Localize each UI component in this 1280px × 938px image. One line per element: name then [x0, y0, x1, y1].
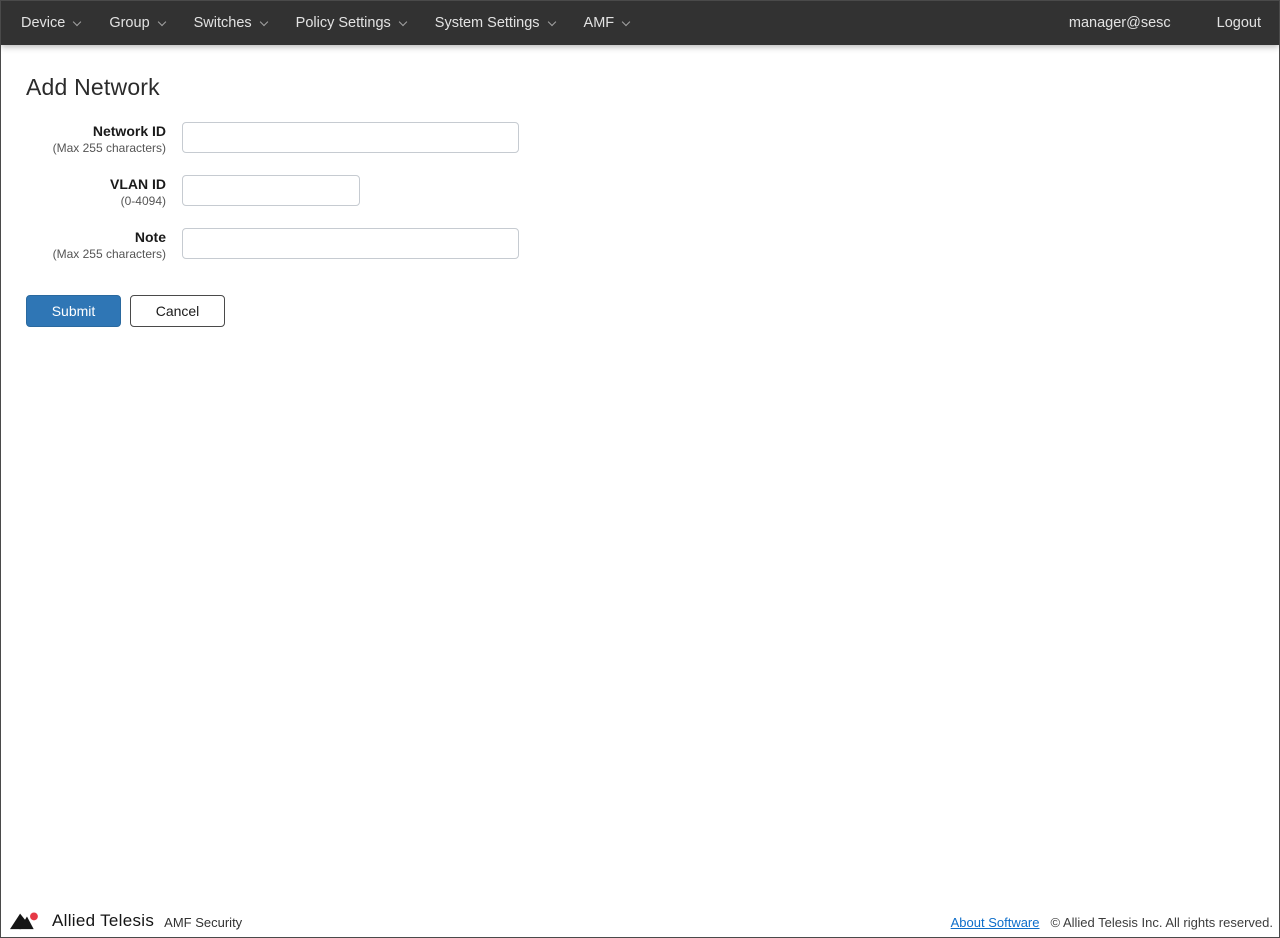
- note-row: Note (Max 255 characters): [26, 228, 1279, 262]
- logout-link[interactable]: Logout: [1217, 15, 1261, 31]
- page-title: Add Network: [26, 74, 160, 100]
- chevron-down-icon: [157, 17, 166, 26]
- menu-switches-label: Switches: [193, 15, 252, 31]
- note-hint: (Max 255 characters): [52, 247, 166, 261]
- product-name: AMF Security: [164, 915, 243, 930]
- main-content: Add Network Network ID (Max 255 characte…: [1, 45, 1279, 327]
- navbar-right: manager@sesc Logout: [1069, 15, 1261, 31]
- app-window: Device Group Switches Policy Settings Sy…: [0, 0, 1280, 938]
- menu-amf[interactable]: AMF: [583, 15, 631, 31]
- cancel-button[interactable]: Cancel: [130, 295, 225, 327]
- network-id-hint: (Max 255 characters): [52, 141, 166, 155]
- footer-brand-group: Allied Telesis AMF Security: [10, 912, 242, 930]
- footer-legal-group: About Software © Allied Telesis Inc. All…: [951, 915, 1273, 930]
- menu-group[interactable]: Group: [109, 15, 166, 31]
- submit-button[interactable]: Submit: [26, 295, 121, 327]
- chevron-down-icon: [73, 17, 82, 26]
- copyright-text: © Allied Telesis Inc. All rights reserve…: [1050, 915, 1274, 930]
- vlan-id-input[interactable]: [182, 175, 360, 206]
- add-network-form: Network ID (Max 255 characters) VLAN ID …: [26, 122, 1279, 327]
- top-navbar: Device Group Switches Policy Settings Sy…: [1, 1, 1279, 45]
- note-label-group: Note (Max 255 characters): [26, 228, 166, 262]
- chevron-down-icon: [259, 17, 268, 26]
- about-software-link[interactable]: About Software: [951, 915, 1040, 930]
- brand-name: Allied Telesis: [52, 911, 155, 930]
- vlan-id-label-group: VLAN ID (0-4094): [26, 175, 166, 209]
- menu-device[interactable]: Device: [21, 15, 82, 31]
- vlan-id-label: VLAN ID: [110, 176, 166, 192]
- main-menu: Device Group Switches Policy Settings Sy…: [21, 15, 631, 31]
- menu-amf-label: AMF: [583, 15, 615, 31]
- vlan-id-input-wrap: [182, 175, 360, 206]
- form-actions: Submit Cancel: [26, 295, 1279, 327]
- network-id-label: Network ID: [92, 123, 166, 139]
- network-id-row: Network ID (Max 255 characters): [26, 122, 1279, 156]
- allied-telesis-logo-icon: [10, 912, 38, 930]
- logged-in-user: manager@sesc: [1068, 15, 1171, 31]
- note-label: Note: [134, 229, 166, 245]
- note-input[interactable]: [182, 228, 519, 259]
- note-input-wrap: [182, 228, 519, 259]
- vlan-id-hint: (0-4094): [120, 194, 166, 208]
- menu-group-label: Group: [109, 15, 150, 31]
- chevron-down-icon: [398, 17, 408, 26]
- menu-switches[interactable]: Switches: [193, 15, 268, 31]
- menu-system-settings[interactable]: System Settings: [434, 15, 556, 31]
- menu-policy-settings-label: Policy Settings: [295, 15, 391, 31]
- vlan-id-row: VLAN ID (0-4094): [26, 175, 1279, 209]
- chevron-down-icon: [547, 17, 556, 26]
- network-id-label-group: Network ID (Max 255 characters): [26, 122, 166, 156]
- page-footer: Allied Telesis AMF Security About Softwa…: [1, 901, 1279, 937]
- menu-device-label: Device: [21, 15, 66, 31]
- network-id-input[interactable]: [182, 122, 519, 153]
- network-id-input-wrap: [182, 122, 519, 153]
- menu-system-settings-label: System Settings: [434, 15, 540, 31]
- menu-policy-settings[interactable]: Policy Settings: [295, 15, 408, 31]
- chevron-down-icon: [621, 17, 631, 26]
